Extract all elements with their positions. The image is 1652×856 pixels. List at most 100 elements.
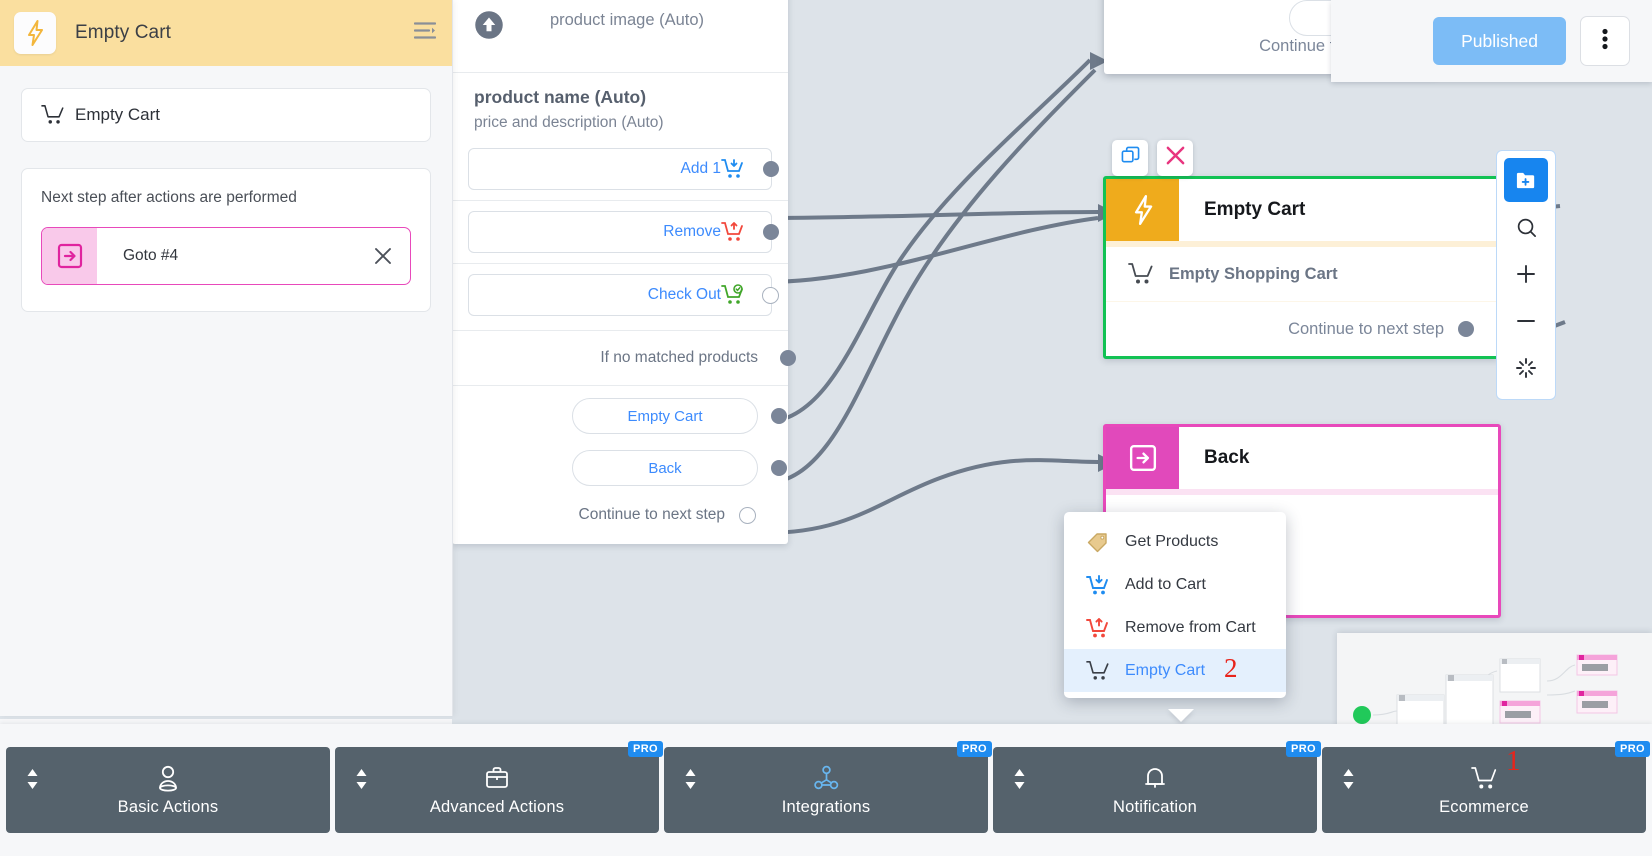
option-add-1-label: Add 1 [680,160,721,177]
ecommerce-actions-menu: Get Products Add to Cart Remove from Car… [1064,512,1286,698]
next-step-card: Next step after actions are performed Go… [21,168,431,312]
action-name-label: Empty Cart [75,105,161,124]
pill-back[interactable]: Back [572,450,787,486]
menu-pointer-arrow [1168,709,1194,722]
category-notification[interactable]: Notification PRO [993,741,1321,833]
add-to-cart-icon [721,158,745,180]
tag-icon [1086,531,1110,553]
back-node-title: Back [1204,447,1250,468]
expand-collapse-icon [1013,768,1026,795]
person-pin-icon [155,763,181,793]
category-ecommerce-label: Ecommerce [1439,798,1529,816]
option-check-out[interactable]: Check Out [468,274,779,316]
canvas-zoom-toolbar [1496,150,1556,400]
goto-arrow-icon [1106,427,1179,489]
option-add-1[interactable]: Add 1 [468,148,779,190]
next-step-chip-label: Goto #4 [123,247,179,264]
empty-cart-node-title: Empty Cart [1204,199,1306,220]
next-step-label: Next step after actions are performed [41,189,297,206]
category-integrations-label: Integrations [781,798,871,816]
port-continue[interactable] [739,506,756,524]
step-editor-panel: Empty Cart Empty Cart Next step after ac… [0,0,453,716]
pro-badge: PRO [956,741,992,757]
more-vertical-icon [1602,28,1608,55]
menu-item-empty-cart-label: Empty Cart [1125,661,1206,679]
product-image-label: product image (Auto) [549,10,705,29]
option-check-out-label: Check Out [647,286,721,303]
zoom-in-button[interactable] [1504,252,1548,296]
menu-item-add-to-cart[interactable]: Add to Cart [1064,563,1286,606]
publish-button[interactable]: Published [1433,17,1566,65]
add-folder-button[interactable] [1504,158,1548,202]
no-match-row: If no matched products [452,331,796,385]
category-advanced-actions[interactable]: Advanced Actions PRO [335,741,663,833]
top-action-bar: Published [1331,0,1652,82]
shopping-cart-icon [1470,763,1498,793]
empty-cart-node-header: Empty Cart [1106,179,1496,241]
search-button[interactable] [1504,205,1548,249]
port-remove[interactable] [763,224,779,240]
collapse-panel-icon[interactable] [413,22,437,45]
pro-badge: PRO [627,741,663,757]
empty-cart-node-continue: Continue to next step [1106,302,1496,356]
product-image-placeholder: product image (Auto) [452,0,788,73]
category-advanced-actions-label: Advanced Actions [429,798,565,816]
continue-label: Continue to next step [578,506,726,523]
copy-icon [1121,146,1140,170]
integrations-icon [813,763,840,793]
category-ecommerce-badge: 1 [1506,745,1521,777]
bell-icon [1143,763,1167,793]
empty-cart-node-action[interactable]: Empty Shopping Cart [1106,247,1496,302]
shopping-cart-icon [1128,262,1154,286]
option-remove[interactable]: Remove [468,211,779,253]
pill-back-label: Back [648,459,682,477]
port-pill-empty-cart[interactable] [771,408,787,424]
action-name-field[interactable]: Empty Cart [21,88,431,142]
option-divider [452,200,788,201]
category-notification-label: Notification [1112,798,1198,816]
more-options-button[interactable] [1580,16,1630,66]
shopping-cart-icon [41,104,65,126]
option-remove-label: Remove [663,223,721,240]
menu-item-remove-from-cart-label: Remove from Cart [1125,618,1256,636]
duplicate-node-button[interactable] [1112,140,1148,176]
remove-from-cart-icon [1086,617,1110,639]
close-icon [1165,145,1186,171]
product-name-label: product name (Auto) [474,87,647,107]
menu-item-empty-cart[interactable]: Empty Cart 2 [1064,649,1286,692]
shopping-cart-icon [1086,660,1110,682]
pill-empty-cart[interactable]: Empty Cart [572,398,787,434]
category-ecommerce[interactable]: 1 Ecommerce PRO [1322,741,1650,833]
port-no-match[interactable] [780,350,796,366]
port-check-out[interactable] [762,286,779,304]
empty-cart-node[interactable]: Empty Cart Empty Shopping Cart Continue … [1103,176,1499,359]
delete-node-button[interactable] [1157,140,1193,176]
category-basic-actions[interactable]: Basic Actions [6,747,330,833]
continue-row: Continue to next step [452,486,788,544]
next-step-chip[interactable]: Goto #4 [41,227,411,285]
node-toolbar [1112,140,1193,176]
menu-item-add-to-cart-label: Add to Cart [1125,575,1206,593]
menu-item-empty-cart-badge: 2 [1224,653,1238,683]
no-match-label: If no matched products [600,349,758,366]
expand-collapse-icon [355,768,368,795]
menu-item-get-products[interactable]: Get Products [1064,520,1286,563]
menu-item-remove-from-cart[interactable]: Remove from Cart [1064,606,1286,649]
checkout-cart-icon [721,284,745,306]
port-pill-back[interactable] [771,460,787,476]
action-category-bar: Basic Actions Advanced Actions PRO Integ… [0,724,1652,856]
port-add-1[interactable] [763,161,779,177]
get-products-node[interactable]: product image (Auto) product name (Auto)… [452,0,796,544]
fit-view-button[interactable] [1504,346,1548,390]
port-empty-cart-continue[interactable] [1458,321,1474,337]
panel-body: Empty Cart Next step after actions are p… [0,66,452,312]
remove-next-step-button[interactable] [374,247,410,265]
back-node-header: Back [1106,427,1498,489]
category-basic-actions-label: Basic Actions [117,798,219,816]
category-integrations[interactable]: Integrations PRO [664,741,992,833]
zoom-out-button[interactable] [1504,299,1548,343]
expand-collapse-icon [684,768,697,795]
pro-badge: PRO [1285,741,1321,757]
panel-header: Empty Cart [0,0,452,66]
app-root: product image (Auto) product name (Auto)… [0,0,1652,856]
